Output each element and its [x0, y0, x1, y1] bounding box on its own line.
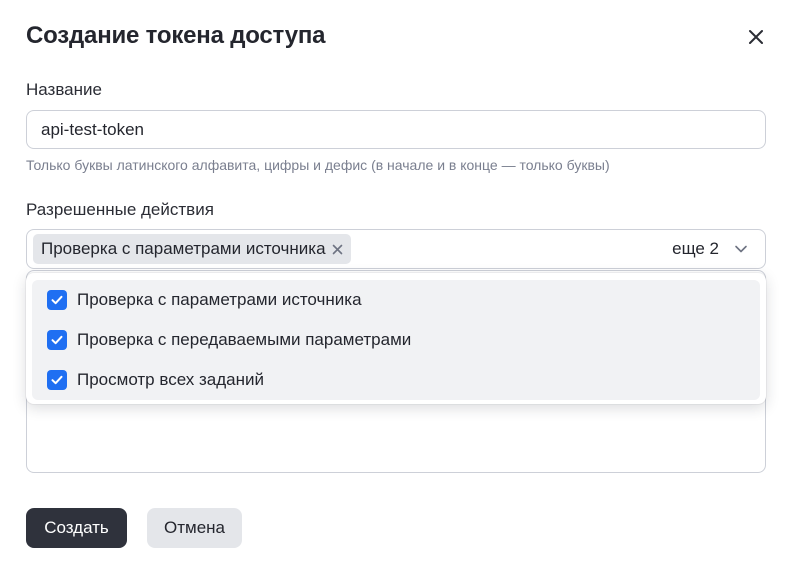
option-label: Просмотр всех заданий: [77, 370, 265, 389]
checkbox-checked-icon[interactable]: [47, 290, 67, 310]
chevron-down-icon[interactable]: [733, 241, 749, 257]
create-token-dialog: Создание токена доступа Название api-tes…: [0, 0, 793, 568]
chip-remove-icon[interactable]: [332, 244, 343, 255]
permissions-label: Разрешенные действия: [26, 200, 214, 219]
option-view-all-tasks[interactable]: Просмотр всех заданий: [32, 360, 760, 400]
name-hint: Только буквы латинского алфавита, цифры …: [26, 157, 610, 173]
name-input-value: api-test-token: [41, 119, 144, 139]
cancel-button[interactable]: Отмена: [147, 508, 242, 548]
chip-label: Проверка с параметрами источника: [41, 239, 326, 258]
option-label: Проверка с параметрами источника: [77, 290, 362, 309]
permissions-dropdown: Проверка с параметрами источника Проверк…: [26, 273, 766, 404]
checkbox-checked-icon[interactable]: [47, 330, 67, 350]
name-label: Название: [26, 80, 102, 99]
option-label: Проверка с передаваемыми параметрами: [77, 330, 412, 349]
close-button[interactable]: [744, 25, 768, 49]
selected-chip: Проверка с параметрами источника: [33, 234, 351, 264]
option-passed-params[interactable]: Проверка с передаваемыми параметрами: [32, 320, 760, 360]
checkbox-checked-icon[interactable]: [47, 370, 67, 390]
permissions-select[interactable]: Проверка с параметрами источника еще 2: [26, 229, 766, 269]
option-source-params[interactable]: Проверка с параметрами источника: [32, 280, 760, 320]
close-icon: [749, 30, 763, 44]
dialog-title: Создание токена доступа: [26, 22, 326, 49]
more-count: еще 2: [672, 239, 719, 258]
name-input[interactable]: api-test-token: [26, 110, 766, 149]
create-button[interactable]: Создать: [26, 508, 127, 548]
